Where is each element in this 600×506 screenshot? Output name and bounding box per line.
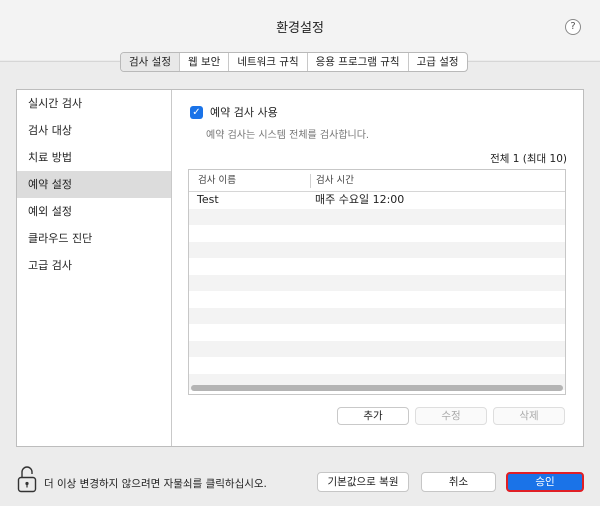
tab-application-rules[interactable]: 응용 프로그램 규칙: [308, 53, 409, 71]
sidebar-item-advanced-scan[interactable]: 고급 검사: [17, 252, 171, 279]
empty-row: [189, 274, 565, 291]
sidebar-item-scan-target[interactable]: 검사 대상: [17, 117, 171, 144]
settings-panel: 실시간 검사 검사 대상 치료 방법 예약 설정 예외 설정 클라우드 진단 고…: [16, 89, 584, 447]
lock-hint-text: 더 이상 변경하지 않으려면 자물쇠를 클릭하십시오.: [44, 478, 267, 490]
schedule-description: 예약 검사는 시스템 전체를 검사합니다.: [206, 130, 370, 141]
horizontal-scrollbar[interactable]: [191, 385, 563, 391]
empty-row: [189, 225, 565, 242]
tab-scan-settings[interactable]: 검사 설정: [121, 53, 180, 71]
edit-button[interactable]: 수정: [415, 407, 487, 425]
empty-row: [189, 340, 565, 357]
schedule-enable-label[interactable]: 예약 검사 사용: [210, 104, 278, 120]
column-header-scan-time[interactable]: 검사 시간: [316, 170, 354, 192]
cancel-button[interactable]: 취소: [421, 472, 496, 492]
schedule-enable-checkbox[interactable]: ✓: [190, 106, 203, 119]
empty-row: [189, 291, 565, 308]
empty-row: [189, 307, 565, 324]
scan-name-cell: Test: [197, 193, 219, 206]
sidebar-item-treatment-method[interactable]: 치료 방법: [17, 144, 171, 171]
window-title: 환경설정: [276, 21, 324, 36]
footer-bar: 더 이상 변경하지 않으려면 자물쇠를 클릭하십시오. 기본값으로 복원 취소 …: [0, 460, 600, 506]
tab-network-rules[interactable]: 네트워크 규칙: [229, 53, 308, 71]
tab-bar: 검사 설정 웹 보안 네트워크 규칙 응용 프로그램 규칙 고급 설정: [120, 52, 468, 72]
tab-advanced-settings[interactable]: 고급 설정: [409, 53, 467, 71]
column-header-scan-name[interactable]: 검사 이름: [198, 170, 236, 192]
empty-row: [189, 324, 565, 341]
table-row[interactable]: Test 매주 수요일 12:00: [189, 192, 565, 209]
schedule-count: 전체 1 (최대 10): [490, 153, 567, 165]
schedule-table: 검사 이름 검사 시간 Test 매주 수요일 12:00: [188, 169, 566, 395]
table-body: Test 매주 수요일 12:00: [189, 192, 565, 390]
sidebar-item-schedule-settings[interactable]: 예약 설정: [17, 171, 171, 198]
schedule-content: ✓ 예약 검사 사용 예약 검사는 시스템 전체를 검사합니다. 전체 1 (최…: [173, 90, 583, 446]
add-button[interactable]: 추가: [337, 407, 409, 425]
table-header: 검사 이름 검사 시간: [189, 170, 565, 192]
tab-web-security[interactable]: 웹 보안: [180, 53, 230, 71]
column-divider: [310, 174, 311, 188]
lock-icon[interactable]: [17, 465, 37, 495]
sidebar-item-realtime-scan[interactable]: 실시간 검사: [17, 90, 171, 117]
scan-time-cell: 매주 수요일 12:00: [315, 193, 405, 206]
apply-button[interactable]: 승인: [506, 472, 584, 492]
empty-row: [189, 357, 565, 374]
title-bar: 환경설정 ?: [0, 0, 600, 60]
preferences-window: 환경설정 ? 검사 설정 웹 보안 네트워크 규칙 응용 프로그램 규칙 고급 …: [0, 0, 600, 506]
empty-row: [189, 258, 565, 275]
empty-row: [189, 208, 565, 225]
sidebar-item-exception-settings[interactable]: 예외 설정: [17, 198, 171, 225]
delete-button[interactable]: 삭제: [493, 407, 565, 425]
empty-row: [189, 241, 565, 258]
checkmark-icon: ✓: [192, 107, 201, 118]
sidebar-item-cloud-diagnosis[interactable]: 클라우드 진단: [17, 225, 171, 252]
help-icon[interactable]: ?: [565, 19, 581, 35]
sidebar: 실시간 검사 검사 대상 치료 방법 예약 설정 예외 설정 클라우드 진단 고…: [17, 90, 172, 446]
restore-defaults-button[interactable]: 기본값으로 복원: [317, 472, 409, 492]
